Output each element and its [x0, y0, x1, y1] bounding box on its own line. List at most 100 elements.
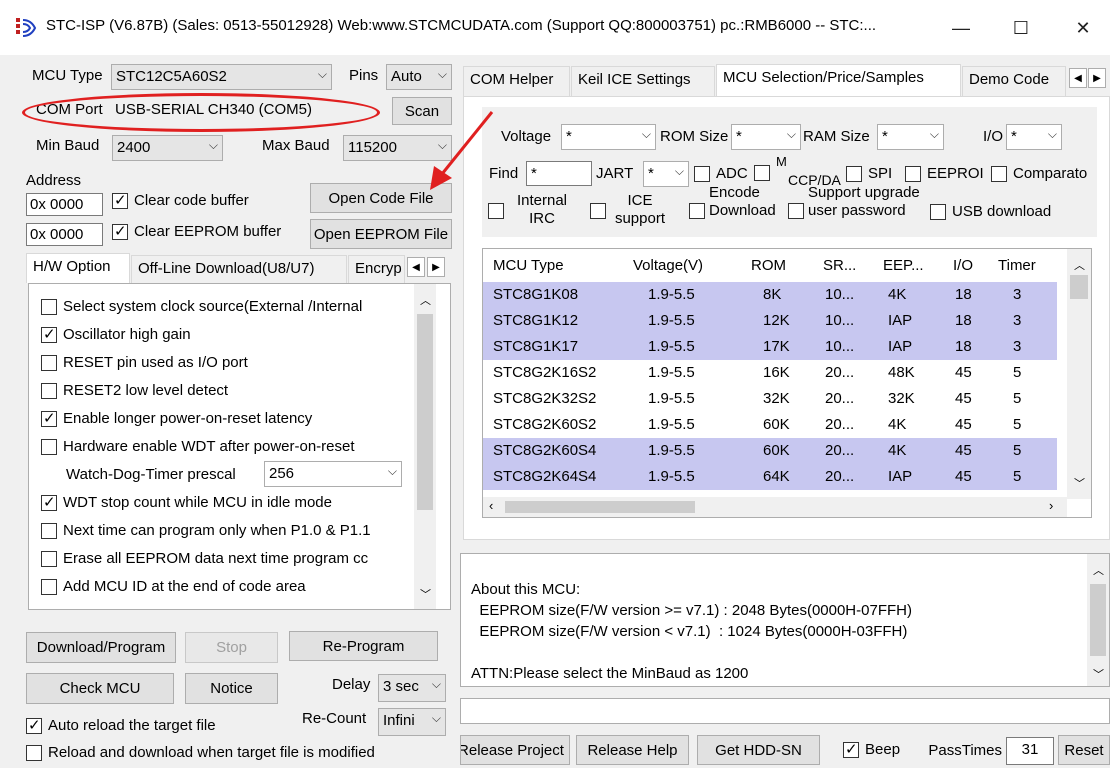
open-eeprom-file-button[interactable]: Open EEPROM File — [310, 219, 452, 249]
table-vscrollbar[interactable]: ︿ ﹀ — [1067, 249, 1091, 499]
clear-code-checkbox[interactable]: Clear code buffer — [112, 191, 249, 209]
reset-button[interactable]: Reset — [1058, 735, 1110, 765]
wdt-prescal-select[interactable]: 256 ⌵ — [264, 461, 402, 487]
scroll-right-icon[interactable]: › — [1049, 498, 1053, 513]
table-row[interactable]: STC8G1K12 1.9-5.5 12K 10... IAP 18 3 — [483, 308, 1057, 334]
cell-timer: 3 — [1013, 286, 1022, 303]
adc-checkbox[interactable]: ADC — [694, 165, 748, 182]
ice-support-checkbox[interactable] — [590, 203, 606, 219]
stop-button[interactable]: Stop — [185, 632, 278, 663]
minimize-button[interactable]: — — [938, 10, 984, 46]
tab-scroll-left-icon[interactable]: ◀ — [407, 257, 425, 277]
uart-select[interactable]: * ⌵ — [643, 161, 689, 187]
min-baud-select[interactable]: 2400 ⌵ — [112, 135, 223, 161]
option-system-clock[interactable]: Select system clock source(External /Int… — [41, 298, 362, 315]
scroll-down-icon[interactable]: ﹀ — [420, 586, 431, 602]
usb-download-checkbox[interactable]: USB download — [930, 203, 1051, 220]
option-oscillator-gain[interactable]: Oscillator high gain — [41, 325, 191, 343]
option-reset2[interactable]: RESET2 low level detect — [41, 382, 228, 399]
option-reset-pin[interactable]: RESET pin used as I/O port — [41, 354, 248, 371]
get-hdd-sn-button[interactable]: Get HDD-SN — [697, 735, 820, 765]
eeprom-address-input[interactable]: 0x 0000 — [26, 223, 103, 246]
maximize-button[interactable]: ☐ — [998, 10, 1044, 46]
chevron-down-icon: ⌵ — [431, 677, 441, 691]
column-header-rom[interactable]: ROM — [751, 249, 786, 281]
table-row[interactable]: STC8G2K60S4 1.9-5.5 60K 20... 4K 45 5 — [483, 438, 1057, 464]
column-header-mcu-type[interactable]: MCU Type — [493, 249, 564, 281]
tab-encrypt[interactable]: Encryp — [348, 255, 405, 283]
scroll-up-icon[interactable]: ︿ — [1093, 562, 1104, 578]
tab-hw-option[interactable]: H/W Option — [26, 253, 130, 283]
table-row[interactable]: STC8G2K60S2 1.9-5.5 60K 20... 4K 45 5 — [483, 412, 1057, 438]
scrollbar-thumb[interactable] — [417, 314, 433, 510]
cell-timer: 5 — [1013, 364, 1022, 381]
option-wdt-idle[interactable]: WDT stop count while MCU in idle mode — [41, 493, 332, 511]
check-mcu-button[interactable]: Check MCU — [26, 673, 174, 704]
scroll-up-icon[interactable]: ︿ — [1074, 257, 1085, 273]
io-select[interactable]: * ⌵ — [1006, 124, 1062, 150]
internal-irc-checkbox[interactable] — [488, 203, 504, 219]
column-header-io[interactable]: I/O — [953, 249, 973, 281]
voltage-select[interactable]: * ⌵ — [561, 124, 656, 150]
tab-offline-download[interactable]: Off-Line Download(U8/U7) — [131, 255, 347, 283]
cell-timer: 5 — [1013, 468, 1022, 485]
scroll-left-icon[interactable]: ‹ — [489, 498, 493, 513]
encode-download-checkbox[interactable] — [689, 203, 705, 219]
spi-checkbox[interactable]: SPI — [846, 165, 892, 182]
code-address-input[interactable]: 0x 0000 — [26, 193, 103, 216]
table-row[interactable]: STC8G1K08 1.9-5.5 8K 10... 4K 18 3 — [483, 282, 1057, 308]
ram-size-select[interactable]: * ⌵ — [877, 124, 944, 150]
pins-select[interactable]: Auto ⌵ — [386, 64, 452, 90]
eeprom-checkbox[interactable]: EEPROI — [905, 165, 984, 182]
rom-size-select[interactable]: * ⌵ — [731, 124, 801, 150]
cell-timer: 5 — [1013, 416, 1022, 433]
recount-select[interactable]: Infini ⌵ — [378, 708, 446, 736]
scrollbar-thumb[interactable] — [505, 501, 695, 513]
beep-checkbox[interactable]: Beep — [843, 740, 900, 758]
notice-button[interactable]: Notice — [185, 673, 278, 704]
table-row[interactable]: STC8G2K32S2 1.9-5.5 32K 20... 32K 45 5 — [483, 386, 1057, 412]
table-hscrollbar[interactable]: ‹ › — [483, 497, 1067, 517]
close-button[interactable]: ✕ — [1060, 10, 1106, 46]
tab-scroll-left-icon[interactable]: ◀ — [1069, 68, 1087, 88]
release-help-button[interactable]: Release Help — [576, 735, 689, 765]
column-header-timer[interactable]: Timer — [998, 249, 1036, 281]
tab-scroll-right-icon[interactable]: ▶ — [1088, 68, 1106, 88]
option-por-latency[interactable]: Enable longer power-on-reset latency — [41, 409, 312, 427]
option-program-condition[interactable]: Next time can program only when P1.0 & P… — [41, 522, 411, 539]
option-hw-wdt[interactable]: Hardware enable WDT after power-on-reset — [41, 438, 355, 455]
mcu-type-select[interactable]: STC12C5A60S2 ⌵ — [111, 64, 332, 90]
info-scrollbar[interactable]: ︿ ﹀ — [1087, 554, 1109, 686]
scrollbar-thumb[interactable] — [1070, 275, 1088, 299]
options-scrollbar[interactable]: ︿ ﹀ — [414, 284, 436, 609]
ccp-checkbox[interactable] — [754, 165, 770, 181]
scroll-down-icon[interactable]: ﹀ — [1093, 666, 1104, 682]
option-add-mcu-id[interactable]: Add MCU ID at the end of code area — [41, 578, 306, 595]
scroll-up-icon[interactable]: ︿ — [420, 292, 431, 308]
comparator-checkbox[interactable]: Comparato — [991, 165, 1103, 182]
tab-com-helper[interactable]: COM Helper — [463, 66, 570, 96]
column-header-sram[interactable]: SR... — [823, 249, 856, 281]
table-row[interactable]: STC8G2K64S4 1.9-5.5 64K 20... IAP 45 5 — [483, 464, 1057, 490]
download-program-button[interactable]: Download/Program — [26, 632, 176, 663]
tab-scroll-right-icon[interactable]: ▶ — [427, 257, 445, 277]
reprogram-button[interactable]: Re-Program — [289, 631, 438, 661]
support-upgrade-checkbox[interactable] — [788, 203, 804, 219]
find-input[interactable]: * — [526, 161, 592, 186]
reload-download-checkbox[interactable]: Reload and download when target file is … — [26, 744, 375, 761]
table-row[interactable]: STC8G2K16S2 1.9-5.5 16K 20... 48K 45 5 — [483, 360, 1057, 386]
tab-demo-code[interactable]: Demo Code — [962, 66, 1066, 96]
delay-select[interactable]: 3 sec ⌵ — [378, 674, 446, 702]
clear-eeprom-checkbox[interactable]: Clear EEPROM buffer — [112, 222, 281, 240]
cell-io: 45 — [955, 442, 972, 459]
option-erase-eeprom[interactable]: Erase all EEPROM data next time program … — [41, 550, 411, 567]
column-header-voltage[interactable]: Voltage(V) — [633, 249, 703, 281]
release-project-button[interactable]: Release Project — [460, 735, 570, 765]
auto-reload-checkbox[interactable]: Auto reload the target file — [26, 716, 216, 734]
tab-mcu-selection[interactable]: MCU Selection/Price/Samples — [716, 64, 961, 96]
column-header-eeprom[interactable]: EEP... — [883, 249, 924, 281]
tab-keil-ice[interactable]: Keil ICE Settings — [571, 66, 715, 96]
scroll-down-icon[interactable]: ﹀ — [1074, 475, 1085, 491]
table-row[interactable]: STC8G1K17 1.9-5.5 17K 10... IAP 18 3 — [483, 334, 1057, 360]
scrollbar-thumb[interactable] — [1090, 584, 1106, 656]
